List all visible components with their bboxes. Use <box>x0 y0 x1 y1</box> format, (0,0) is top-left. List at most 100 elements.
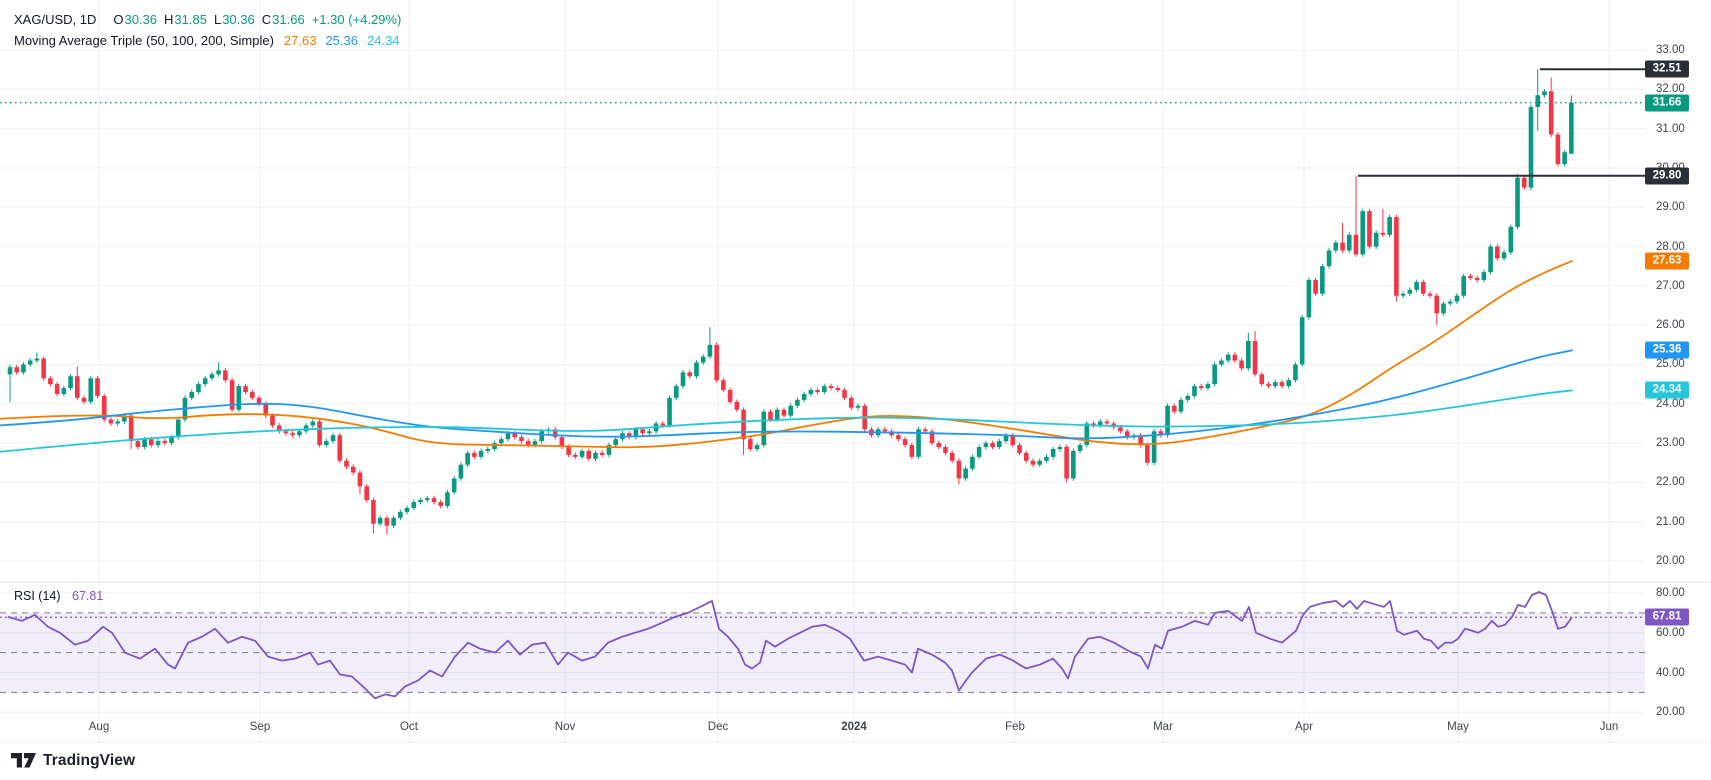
candle <box>1474 277 1480 280</box>
candle <box>815 390 820 392</box>
candle <box>196 384 201 392</box>
candle <box>781 409 787 416</box>
ma-200-line <box>0 389 1573 453</box>
candle <box>660 423 666 426</box>
candle <box>1515 177 1520 227</box>
close-label: C <box>261 12 272 27</box>
candle <box>108 419 114 424</box>
candle <box>593 452 598 459</box>
candle <box>1185 395 1191 400</box>
candle <box>1481 272 1487 280</box>
candle <box>458 464 464 479</box>
candle <box>95 378 100 396</box>
chart-canvas[interactable] <box>0 0 1711 743</box>
candle <box>162 441 168 444</box>
candle <box>1488 246 1493 273</box>
candle <box>236 386 242 410</box>
candle <box>404 507 410 512</box>
indicator-title[interactable]: Moving Average Triple (50, 100, 200, Sim… <box>14 33 274 48</box>
candle <box>256 397 262 404</box>
chart-window: XAG/USD, 1D O 30.36 H 31.85 L 30.36 C 31… <box>0 0 1711 780</box>
candle <box>149 439 154 446</box>
candle <box>1192 386 1197 396</box>
price-tick-label: 29.00 <box>1656 201 1685 214</box>
candle <box>1434 295 1440 314</box>
price-badge: 25.36 <box>1645 341 1689 359</box>
high-value: 31.85 <box>174 12 207 27</box>
rsi-tick-label: 40.00 <box>1656 666 1685 679</box>
candle <box>1333 242 1339 251</box>
time-tick-label: 2024 <box>841 721 867 733</box>
candle <box>1367 211 1372 247</box>
candle <box>1542 91 1547 96</box>
time-tick-label: Mar <box>1153 721 1173 733</box>
candle <box>673 386 679 398</box>
candle <box>1232 354 1238 361</box>
time-tick-label: Oct <box>400 721 418 733</box>
candle <box>687 372 693 377</box>
price-tick-label: 23.00 <box>1656 437 1685 450</box>
candle <box>1198 386 1204 389</box>
tradingview-attribution[interactable]: TradingView <box>11 752 135 770</box>
candle <box>586 450 592 459</box>
candle <box>1508 226 1514 253</box>
candle <box>1535 95 1541 107</box>
candle <box>956 460 962 479</box>
candle <box>990 443 995 448</box>
candle <box>922 429 928 432</box>
symbol-title[interactable]: XAG/USD, 1D <box>14 12 96 27</box>
price-badge: 67.81 <box>1645 608 1689 626</box>
candle <box>411 502 417 508</box>
candle <box>949 452 955 461</box>
time-tick-label: Apr <box>1295 721 1313 733</box>
price-tick-label: 26.00 <box>1656 319 1685 332</box>
ma100-value: 25.36 <box>325 33 358 48</box>
candle <box>492 443 497 449</box>
ma200-value: 24.34 <box>367 33 400 48</box>
candle <box>721 380 726 391</box>
legend: XAG/USD, 1D O 30.36 H 31.85 L 30.36 C 31… <box>14 9 409 51</box>
candle <box>384 517 390 526</box>
candle <box>75 376 80 398</box>
candle <box>700 356 706 363</box>
candle <box>128 415 134 442</box>
candle <box>741 409 746 440</box>
time-tick-label: Aug <box>88 721 110 733</box>
candle <box>774 409 780 420</box>
candle <box>936 443 942 448</box>
candle <box>909 445 915 457</box>
candle <box>1562 152 1567 164</box>
rsi-tick-label: 20.00 <box>1656 706 1685 719</box>
candle <box>848 397 854 408</box>
candle <box>613 439 618 446</box>
candle <box>1313 279 1318 294</box>
candle <box>1071 450 1076 479</box>
change-value: +1.30 (+4.29%) <box>311 12 402 27</box>
candle <box>478 450 484 457</box>
rsi-title[interactable]: RSI (14) <box>14 589 61 603</box>
candle <box>34 358 40 361</box>
candle <box>270 415 275 426</box>
candle <box>1394 217 1399 296</box>
candle <box>943 447 948 453</box>
candle <box>209 374 215 379</box>
candle <box>983 443 989 448</box>
candle <box>1246 340 1251 369</box>
price-badge: 24.34 <box>1645 381 1689 399</box>
price-badge: 31.66 <box>1645 94 1689 112</box>
candle <box>997 441 1002 448</box>
candle <box>1495 246 1500 259</box>
price-tick-label: 27.00 <box>1656 279 1685 292</box>
candle <box>1259 374 1265 385</box>
candle <box>801 393 807 400</box>
candle <box>54 384 60 394</box>
ma50-value: 27.63 <box>283 33 317 48</box>
candle <box>1293 364 1298 381</box>
rsi-value: 67.81 <box>72 589 104 603</box>
candle <box>1064 447 1069 479</box>
candle <box>189 391 195 398</box>
candle <box>1279 382 1285 387</box>
candle <box>48 378 53 385</box>
rsi-tick-label: 60.00 <box>1656 626 1685 639</box>
candle <box>1555 134 1561 164</box>
